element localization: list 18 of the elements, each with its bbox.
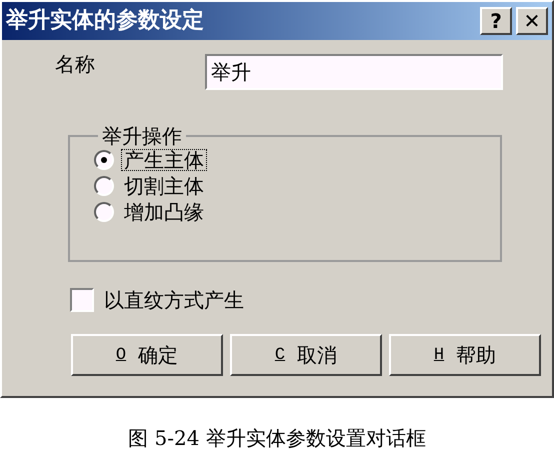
radio-label: 产生主体 bbox=[122, 150, 206, 170]
dialog-button[interactable]: C 取消 bbox=[230, 334, 382, 376]
checkbox-label: 以直纹方式产生 bbox=[104, 290, 244, 310]
radio-button[interactable] bbox=[94, 176, 114, 196]
radio-label: 切割主体 bbox=[123, 176, 205, 196]
radio-button[interactable] bbox=[94, 150, 114, 170]
name-field[interactable]: 举升 bbox=[205, 54, 503, 90]
window-title: 举升实体的参数设定 bbox=[6, 10, 204, 32]
close-button[interactable]: ✕ bbox=[516, 7, 548, 35]
dialog-button[interactable]: H 帮助 bbox=[389, 334, 541, 376]
checkbox[interactable] bbox=[70, 288, 94, 312]
radio-label: 增加凸缘 bbox=[123, 202, 205, 222]
radio-button[interactable] bbox=[94, 202, 114, 222]
dialog-button[interactable]: O 确定 bbox=[71, 334, 223, 376]
figure-caption: 图 5-24 举升实体参数设置对话框 bbox=[128, 428, 426, 448]
name-label: 名称 bbox=[55, 54, 96, 74]
help-button[interactable]: ? bbox=[480, 7, 512, 35]
group-title: 举升操作 bbox=[101, 126, 183, 146]
